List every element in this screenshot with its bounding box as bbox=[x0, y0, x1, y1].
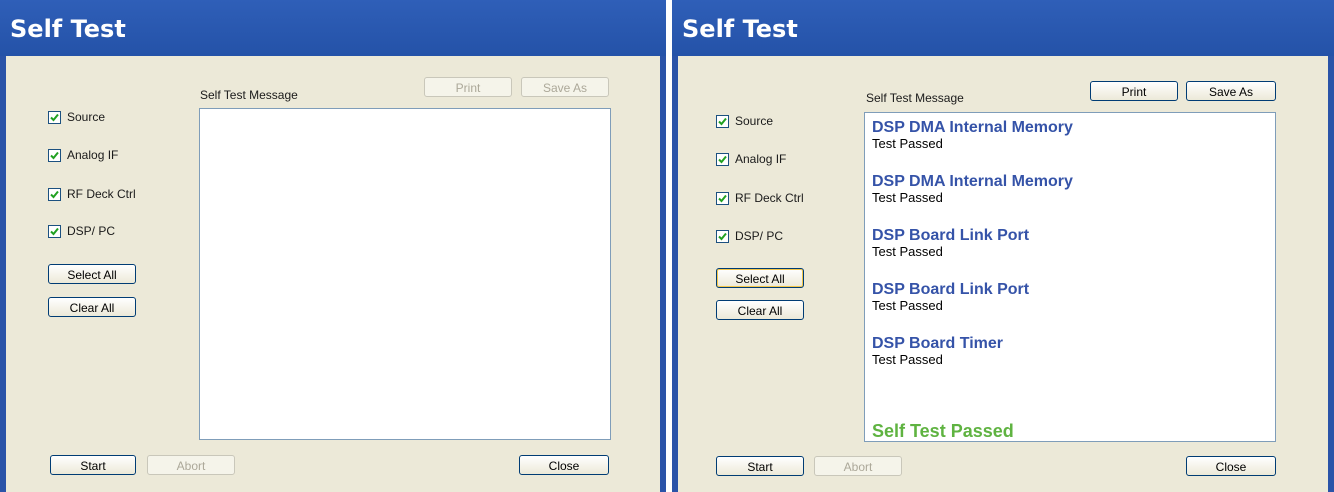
select-all-button[interactable]: Select All bbox=[48, 264, 136, 284]
abort-button[interactable]: Abort bbox=[814, 456, 902, 476]
final-result-message: Self Test Passed bbox=[872, 421, 1014, 441]
checkbox-checked-icon[interactable] bbox=[716, 230, 729, 244]
checkbox-checked-icon[interactable] bbox=[48, 188, 61, 202]
clear-all-button[interactable]: Clear All bbox=[716, 300, 804, 320]
checkbox-checked-icon[interactable] bbox=[48, 225, 61, 239]
abort-button[interactable]: Abort bbox=[147, 455, 235, 475]
checkbox-source[interactable]: Source bbox=[716, 114, 774, 129]
message-status: Test Passed bbox=[872, 190, 943, 205]
checkbox-label: Source bbox=[735, 114, 774, 128]
title-bar[interactable]: Self Test bbox=[0, 0, 666, 56]
window-title: Self Test bbox=[682, 15, 798, 43]
checkbox-label: DSP/ PC bbox=[735, 229, 784, 243]
message-title: DSP Board Timer bbox=[872, 335, 1004, 352]
checkbox-checked-icon[interactable] bbox=[716, 153, 729, 167]
message-status: Test Passed bbox=[872, 244, 943, 259]
checkbox-dsp-pc[interactable]: DSP/ PC bbox=[716, 229, 784, 244]
select-all-button[interactable]: Select All bbox=[716, 268, 804, 288]
checkbox-source[interactable]: Source bbox=[48, 110, 106, 125]
print-button[interactable]: Print bbox=[1090, 81, 1178, 101]
checkbox-label: RF Deck Ctrl bbox=[735, 191, 804, 205]
checkbox-checked-icon[interactable] bbox=[48, 111, 61, 125]
message-label: Self Test Message bbox=[866, 91, 964, 105]
message-title: DSP Board Link Port bbox=[872, 227, 1030, 244]
start-button[interactable]: Start bbox=[716, 456, 804, 476]
message-label: Self Test Message bbox=[200, 88, 298, 102]
message-box[interactable] bbox=[199, 108, 611, 440]
checkbox-label: RF Deck Ctrl bbox=[67, 187, 136, 201]
checkbox-checked-icon[interactable] bbox=[716, 192, 729, 206]
checkbox-analog-if[interactable]: Analog IF bbox=[48, 148, 119, 163]
message-status: Test Passed bbox=[872, 352, 943, 367]
clear-all-button[interactable]: Clear All bbox=[48, 297, 136, 317]
self-test-window-before: Self Test Source Analog IF RF Deck Ctrl … bbox=[0, 0, 666, 492]
checkbox-dsp-pc[interactable]: DSP/ PC bbox=[48, 224, 116, 239]
message-title: DSP Board Link Port bbox=[872, 281, 1030, 298]
checkbox-checked-icon[interactable] bbox=[716, 115, 729, 129]
checkbox-label: Analog IF bbox=[67, 148, 119, 162]
self-test-window-after: Self Test Source Analog IF RF Deck Ctrl … bbox=[672, 0, 1334, 492]
close-button[interactable]: Close bbox=[519, 455, 609, 475]
print-button[interactable]: Print bbox=[424, 77, 512, 97]
save-as-button[interactable]: Save As bbox=[521, 77, 609, 97]
message-status: Test Passed bbox=[872, 298, 943, 313]
checkbox-analog-if[interactable]: Analog IF bbox=[716, 152, 787, 167]
window-client-area: Source Analog IF RF Deck Ctrl DSP/ PC Se… bbox=[6, 56, 660, 492]
save-as-button[interactable]: Save As bbox=[1186, 81, 1276, 101]
title-bar[interactable]: Self Test bbox=[672, 0, 1334, 56]
window-title: Self Test bbox=[10, 15, 126, 43]
close-button[interactable]: Close bbox=[1186, 456, 1276, 476]
message-list: DSP DMA Internal Memory Test Passed DSP … bbox=[872, 119, 1073, 389]
window-client-area: Source Analog IF RF Deck Ctrl DSP/ PC Se… bbox=[678, 56, 1328, 492]
checkbox-rf-deck-ctrl[interactable]: RF Deck Ctrl bbox=[716, 191, 804, 206]
message-title: DSP DMA Internal Memory bbox=[872, 173, 1073, 190]
start-button[interactable]: Start bbox=[50, 455, 136, 475]
checkbox-label: Analog IF bbox=[735, 152, 787, 166]
checkbox-label: DSP/ PC bbox=[67, 224, 116, 238]
message-title: DSP DMA Internal Memory bbox=[872, 119, 1073, 136]
checkbox-checked-icon[interactable] bbox=[48, 149, 61, 163]
message-box[interactable]: DSP DMA Internal Memory Test Passed DSP … bbox=[864, 112, 1276, 442]
message-status: Test Passed bbox=[872, 136, 943, 151]
checkbox-rf-deck-ctrl[interactable]: RF Deck Ctrl bbox=[48, 187, 136, 202]
checkbox-label: Source bbox=[67, 110, 106, 124]
